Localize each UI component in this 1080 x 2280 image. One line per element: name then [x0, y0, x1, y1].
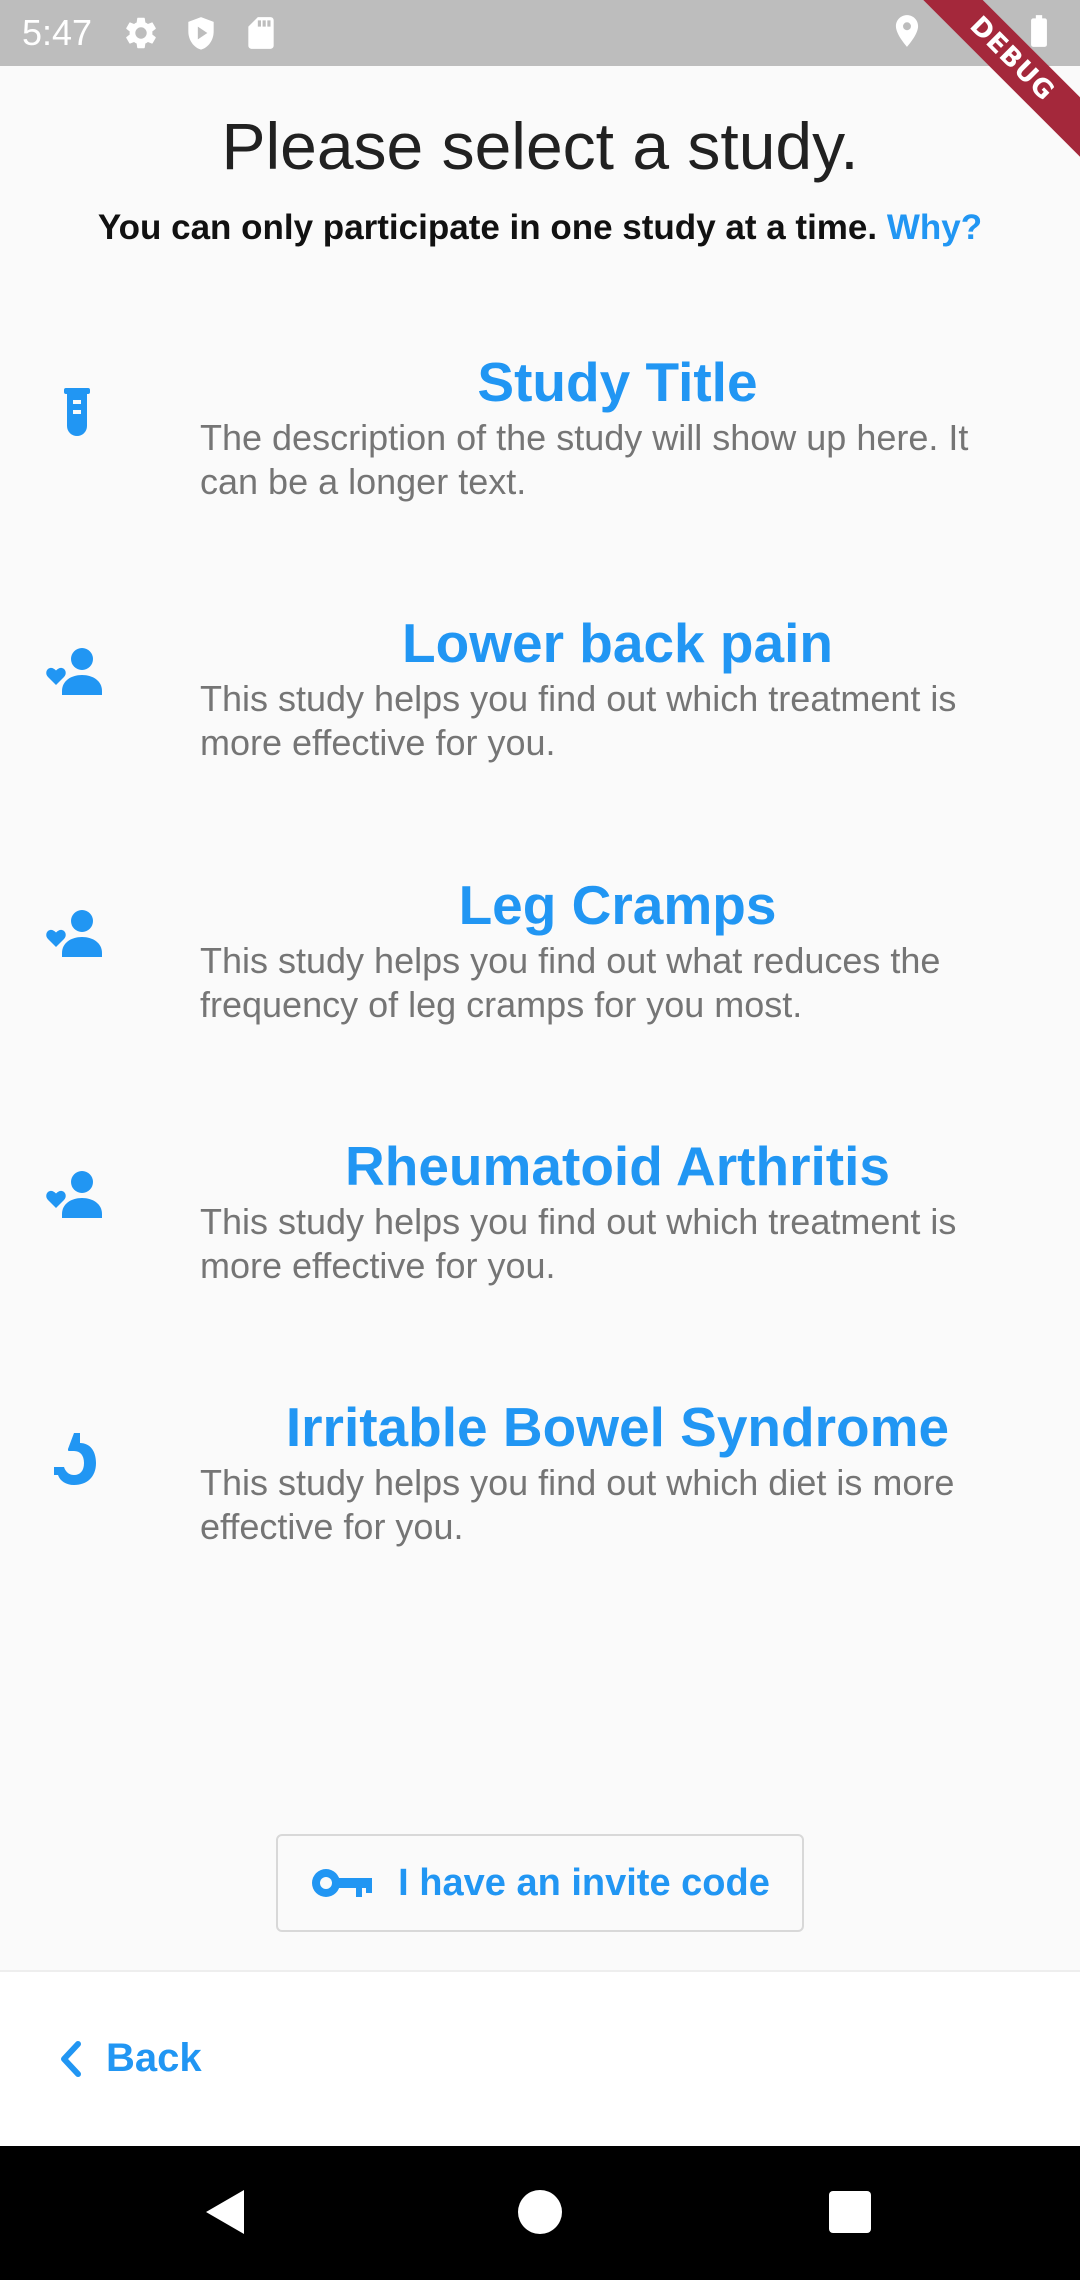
bottom-bar: Back — [0, 1970, 1080, 2146]
status-bar: 5:47 — [0, 0, 1080, 66]
status-icons-right — [888, 12, 1058, 50]
battery-icon — [1031, 15, 1047, 47]
study-title: Lower back pain — [402, 612, 833, 674]
people-heart-icon — [46, 648, 102, 695]
nav-back-icon[interactable] — [196, 2182, 256, 2242]
study-description: The description of the study will show u… — [200, 417, 969, 502]
study-item[interactable]: Lower back pain This study helps you fin… — [0, 611, 1080, 791]
study-item[interactable]: Rheumatoid Arthritis This study helps yo… — [0, 1134, 1080, 1314]
sd-card-icon — [248, 17, 274, 49]
people-heart-icon — [46, 910, 102, 957]
study-description: This study helps you find out what reduc… — [200, 940, 941, 1025]
study-item[interactable]: Leg Cramps This study helps you find out… — [0, 873, 1080, 1053]
chevron-left-icon — [61, 2040, 81, 2077]
study-item[interactable]: Study Title The description of the study… — [0, 350, 1080, 530]
nav-recents-icon[interactable] — [820, 2182, 880, 2242]
status-icons-left — [122, 14, 280, 52]
study-title: Irritable Bowel Syndrome — [285, 1396, 950, 1458]
wifi-icon — [954, 17, 992, 46]
back-button[interactable]: Back — [58, 2036, 202, 2081]
study-item[interactable]: Irritable Bowel Syndrome This study help… — [0, 1395, 1080, 1575]
study-description: This study helps you find out which trea… — [200, 678, 957, 763]
back-label: Back — [106, 2036, 202, 2080]
page-title: Please select a study. — [221, 109, 859, 183]
settings-icon — [126, 17, 156, 49]
screen: 5:47 DEBUG Please select a study. You ca… — [0, 0, 1080, 2280]
status-time: 5:47 — [22, 12, 93, 53]
invite-code-label: I have an invite code — [398, 1861, 770, 1904]
test-tube-icon — [64, 388, 90, 436]
study-title: Leg Cramps — [458, 874, 777, 936]
key-icon — [312, 1869, 373, 1897]
page-subtitle: You can only participate in one study at… — [0, 208, 1080, 248]
why-link[interactable]: Why? — [887, 208, 982, 247]
people-heart-icon — [46, 1171, 102, 1218]
nav-home-icon[interactable] — [510, 2182, 570, 2242]
study-description: This study helps you find out which trea… — [200, 1201, 957, 1286]
invite-code-button[interactable]: I have an invite code — [276, 1834, 804, 1932]
stomach-icon — [54, 1433, 96, 1485]
study-title: Rheumatoid Arthritis — [345, 1135, 890, 1197]
system-nav-bar — [0, 2146, 1080, 2280]
location-icon — [895, 15, 919, 47]
play-protect-icon — [188, 17, 214, 50]
study-description: This study helps you find out which diet… — [200, 1462, 955, 1547]
study-title: Study Title — [477, 351, 758, 413]
subtitle-text: You can only participate in one study at… — [97, 208, 878, 247]
